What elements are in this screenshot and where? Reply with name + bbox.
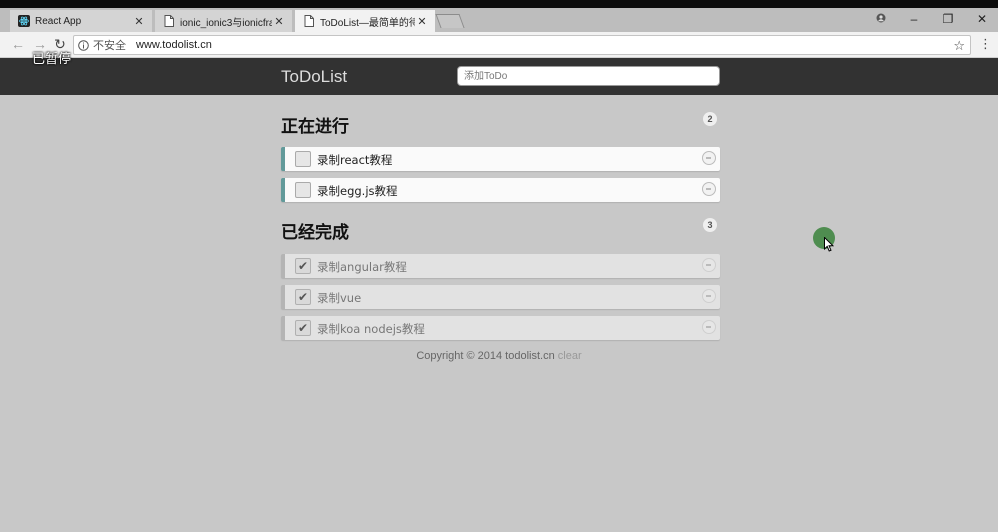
- done-text[interactable]: 录制angular教程: [317, 259, 407, 275]
- bookmark-star-icon[interactable]: ☆: [953, 38, 965, 54]
- doing-count-badge: 2: [703, 112, 717, 126]
- app-header: ToDoList: [0, 58, 998, 95]
- close-window-icon[interactable]: ✕: [974, 12, 990, 26]
- profile-icon[interactable]: [873, 12, 889, 26]
- close-tab-icon[interactable]: ✕: [132, 15, 146, 28]
- page-icon: [303, 15, 315, 27]
- browser-tab-strip: React App ✕ ionic_ionic3与ionicfram ✕ ToD…: [0, 0, 998, 32]
- page-icon: [163, 15, 175, 27]
- copyright-text: Copyright © 2014 todolist.cn: [416, 350, 555, 362]
- screen-top-edge: [0, 0, 998, 8]
- minimize-icon[interactable]: –: [906, 12, 922, 26]
- todo-item: 录制egg.js教程: [281, 178, 720, 202]
- tab-title: ionic_ionic3与ionicfram: [180, 17, 272, 29]
- done-text[interactable]: 录制vue: [317, 290, 361, 306]
- back-icon[interactable]: ←: [10, 36, 26, 52]
- done-item: ✔ 录制angular教程: [281, 254, 720, 278]
- close-tab-icon[interactable]: ✕: [272, 15, 286, 28]
- done-list: ✔ 录制angular教程 ✔ 录制vue ✔ 录制koa nodejs教程: [281, 254, 720, 347]
- tab-todolist[interactable]: ToDoList—最简单的待办 ✕: [295, 10, 435, 32]
- new-tab-button[interactable]: [435, 14, 465, 28]
- app-title: ToDoList: [281, 67, 348, 86]
- done-section-title: 已经完成: [281, 223, 349, 243]
- done-item: ✔ 录制koa nodejs教程: [281, 316, 720, 340]
- security-label: 不安全: [93, 40, 126, 52]
- done-item: ✔ 录制vue: [281, 285, 720, 309]
- delete-icon[interactable]: [702, 151, 716, 165]
- tab-react-app[interactable]: React App ✕: [10, 10, 152, 32]
- delete-icon[interactable]: [702, 182, 716, 196]
- url-text: www.todolist.cn: [136, 39, 212, 51]
- tab-title: React App: [35, 15, 82, 27]
- done-count-badge: 3: [703, 218, 717, 232]
- todo-checkbox[interactable]: [295, 182, 311, 198]
- footer: Copyright © 2014 todolist.cn clear: [0, 350, 998, 362]
- clear-link[interactable]: clear: [558, 350, 582, 362]
- react-logo-icon: [18, 15, 30, 27]
- browser-menu-icon[interactable]: ⋮: [979, 36, 992, 52]
- delete-icon[interactable]: [702, 320, 716, 334]
- info-icon: [78, 39, 89, 51]
- done-checkbox[interactable]: ✔: [295, 320, 311, 336]
- done-checkbox[interactable]: ✔: [295, 289, 311, 305]
- security-indicator[interactable]: 不安全: [78, 37, 126, 53]
- done-text[interactable]: 录制koa nodejs教程: [317, 321, 425, 337]
- delete-icon[interactable]: [702, 258, 716, 272]
- tab-ionic[interactable]: ionic_ionic3与ionicfram ✕: [155, 10, 292, 32]
- restore-icon[interactable]: ❐: [940, 12, 956, 26]
- todo-item: 录制react教程: [281, 147, 720, 171]
- close-tab-icon[interactable]: ✕: [415, 15, 429, 28]
- doing-list: 录制react教程 录制egg.js教程: [281, 147, 720, 209]
- todo-text[interactable]: 录制egg.js教程: [317, 183, 398, 199]
- delete-icon[interactable]: [702, 289, 716, 303]
- add-todo-input[interactable]: [457, 66, 720, 86]
- mouse-cursor-icon: [824, 237, 834, 252]
- doing-section-title: 正在进行: [281, 117, 349, 137]
- todo-text[interactable]: 录制react教程: [317, 152, 392, 168]
- address-bar[interactable]: 不安全 www.todolist.cn ☆: [73, 35, 971, 55]
- paused-overlay-label: 已暂停: [32, 52, 72, 67]
- done-checkbox[interactable]: ✔: [295, 258, 311, 274]
- todo-checkbox[interactable]: [295, 151, 311, 167]
- tab-title: ToDoList—最简单的待办: [320, 17, 415, 29]
- browser-toolbar: ← → ↻ 不安全 www.todolist.cn ☆: [0, 32, 998, 58]
